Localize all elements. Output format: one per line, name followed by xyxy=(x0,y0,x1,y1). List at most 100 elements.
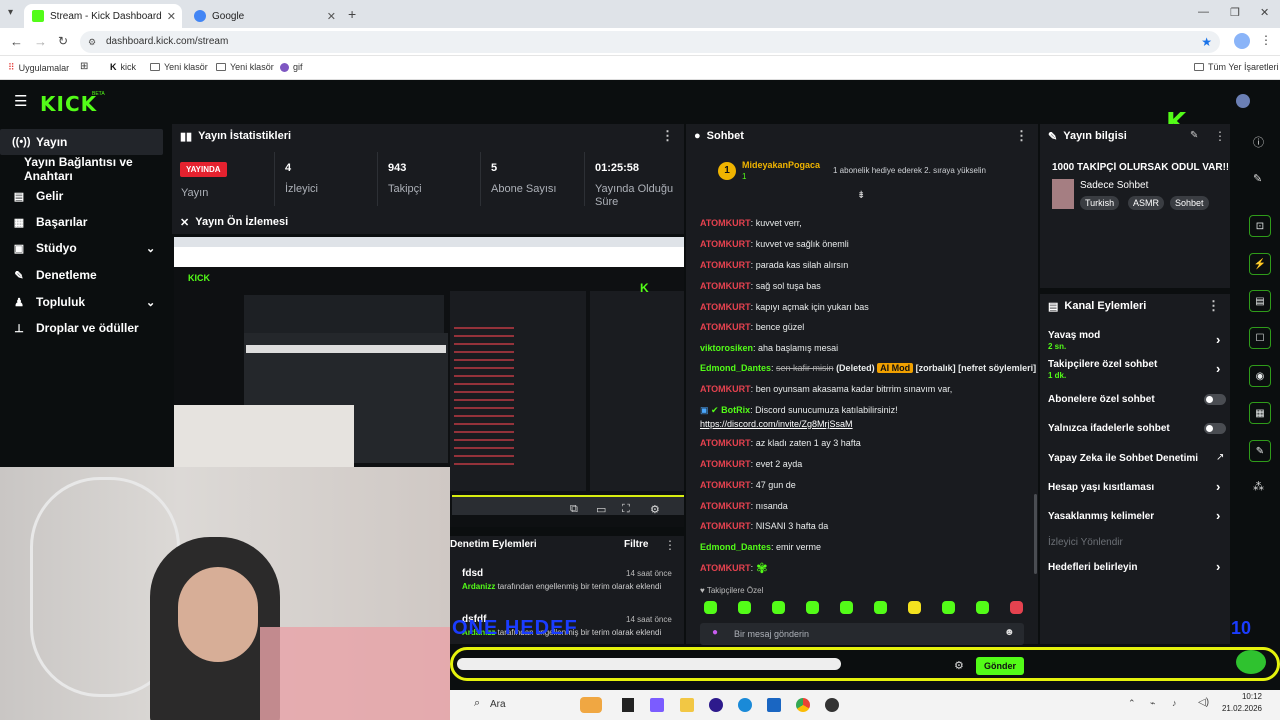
back-icon[interactable]: ← xyxy=(10,34,23,49)
chat-username[interactable]: ATOMKURT xyxy=(700,480,751,490)
taskbar-app-icon[interactable] xyxy=(622,698,634,712)
taskbar-time[interactable]: 10:12 xyxy=(1222,692,1262,701)
reload-icon[interactable]: ↻ xyxy=(58,34,68,48)
close-window-icon[interactable]: ✕ xyxy=(1260,6,1269,19)
emote-icon[interactable] xyxy=(874,601,887,614)
tray-chevron-icon[interactable]: ⌃ xyxy=(1128,698,1136,709)
pinned-user[interactable]: MideyakanPogaca xyxy=(742,160,820,170)
emote-icon[interactable] xyxy=(806,601,819,614)
chat-scrollbar[interactable] xyxy=(1034,494,1037,574)
chat-username[interactable]: ATOMKURT xyxy=(700,563,751,573)
emote-icon[interactable] xyxy=(1010,601,1023,614)
tab-kick-dashboard[interactable]: Stream - Kick Dashboard ✕ xyxy=(24,4,182,28)
user-avatar[interactable] xyxy=(1236,94,1250,108)
settings-gear-icon[interactable]: ⚙ xyxy=(650,503,660,516)
kick-logo[interactable]: KICK xyxy=(40,92,97,116)
edit-icon[interactable]: ✎ xyxy=(1190,130,1198,141)
more-options-icon[interactable]: ⋮ xyxy=(1015,128,1028,144)
edit-icon[interactable]: ✎ xyxy=(1253,172,1262,185)
taskbar-app-icon[interactable] xyxy=(709,698,723,712)
rail-button-broadcast[interactable]: ◉ xyxy=(1249,365,1271,387)
chat-username[interactable]: ATOMKURT xyxy=(700,302,751,312)
sidebar-item-stream-key[interactable]: Yayın Bağlantısı ve Anahtarı xyxy=(0,155,170,183)
chat-username[interactable]: ATOMKURT xyxy=(700,281,751,291)
taskbar-date[interactable]: 21.02.2026 xyxy=(1212,704,1262,713)
chat-username[interactable]: viktorosiken xyxy=(700,343,753,353)
tag-chip[interactable]: ASMR xyxy=(1128,196,1165,210)
filter-button[interactable]: Filtre xyxy=(624,539,648,550)
chat-settings-icon[interactable]: ⚙ xyxy=(954,659,964,672)
grid-icon[interactable]: ⊞ xyxy=(80,61,88,72)
more-options-icon[interactable]: ⋮ xyxy=(661,128,674,144)
more-options-icon[interactable]: ⋮ xyxy=(1214,129,1226,143)
category-name[interactable]: Sadece Sohbet xyxy=(1080,180,1148,191)
chat-username[interactable]: ATOMKURT xyxy=(700,438,751,448)
bookmark-apps[interactable]: ⠿ Uygulamalar xyxy=(8,62,69,73)
url-field[interactable]: ⚙ dashboard.kick.com/stream ★ xyxy=(80,31,1220,53)
new-tab-icon[interactable]: + xyxy=(348,6,356,22)
minimize-icon[interactable]: — xyxy=(1198,6,1209,18)
collapse-icon[interactable]: ⇟ xyxy=(857,190,865,201)
tab-list-icon[interactable]: ▾ xyxy=(8,7,13,18)
tray-volume-icon[interactable]: ◁) xyxy=(1198,697,1209,708)
rail-button-notes[interactable]: ▤ xyxy=(1249,290,1271,312)
bookmark-folder-1[interactable]: Yeni klasör xyxy=(150,62,208,72)
store-icon[interactable] xyxy=(767,698,781,712)
tag-chip[interactable]: Sohbet xyxy=(1170,196,1209,210)
chat-username[interactable]: ATOMKURT xyxy=(700,218,751,228)
site-info-icon[interactable]: ⚙ xyxy=(88,31,96,53)
chrome-icon[interactable] xyxy=(796,698,810,712)
discord-link[interactable]: https://discord.com/invite/Zg8MrjSsaM xyxy=(700,419,853,429)
sidebar-item-denetleme[interactable]: ✎ Denetleme xyxy=(0,262,170,288)
tray-network-icon[interactable]: ⌁ xyxy=(1150,698,1155,709)
more-options-icon[interactable]: ⋮ xyxy=(1207,298,1220,314)
search-icon[interactable]: ⌕ xyxy=(474,697,480,710)
folder-icon[interactable] xyxy=(680,698,694,712)
edge-icon[interactable] xyxy=(738,698,752,712)
forward-icon[interactable]: → xyxy=(34,34,47,49)
taskbar-search-label[interactable]: Ara xyxy=(490,699,506,710)
chat-username[interactable]: ATOMKURT xyxy=(700,521,751,531)
rail-button-tools[interactable]: ✎ xyxy=(1249,440,1271,462)
chat-username[interactable]: ATOMKURT xyxy=(700,501,751,511)
all-bookmarks[interactable]: Tüm Yer İşaretleri xyxy=(1194,62,1279,72)
microphone-icon[interactable]: ● xyxy=(712,627,718,638)
chat-input-field[interactable]: ● Bir mesaj gönderin ☻ xyxy=(700,623,1024,645)
taskbar-widget-icon[interactable] xyxy=(580,697,602,713)
sidebar-item-basarilar[interactable]: ▦ Başarılar xyxy=(0,209,170,235)
obs-icon[interactable] xyxy=(825,698,839,712)
taskbar-app-icon[interactable] xyxy=(650,698,664,712)
emote-icon[interactable] xyxy=(772,601,785,614)
tag-chip[interactable]: Turkish xyxy=(1080,196,1120,210)
sidebar-item-studyo[interactable]: ▣ Stüdyo ⌄ xyxy=(0,235,170,261)
emoji-picker-icon[interactable]: ☻ xyxy=(1004,627,1015,638)
rail-button-layers[interactable]: ▦ xyxy=(1249,402,1271,424)
close-tab-icon[interactable]: ✕ xyxy=(167,10,176,23)
sidebar-item-topluluk[interactable]: ♟ Topluluk ⌄ xyxy=(0,289,170,315)
bookmark-gif[interactable]: gif xyxy=(280,62,303,72)
chat-username[interactable]: ATOMKURT xyxy=(700,459,751,469)
emote-only-toggle[interactable] xyxy=(1204,423,1226,434)
fullscreen-icon[interactable]: ⛶ xyxy=(622,503,630,516)
bookmark-kick[interactable]: K kick xyxy=(110,62,136,72)
chat-username[interactable]: BotRix xyxy=(721,405,750,415)
browser-menu-icon[interactable]: ⋮ xyxy=(1260,33,1272,47)
chat-username[interactable]: Edmond_Dantes xyxy=(700,542,771,552)
chat-username[interactable]: ATOMKURT xyxy=(700,322,751,332)
info-icon[interactable]: ⓘ xyxy=(1253,134,1264,150)
tray-mic-icon[interactable]: ♪ xyxy=(1172,698,1177,708)
profile-avatar[interactable] xyxy=(1234,33,1250,49)
rail-button-clip[interactable]: ⊡ xyxy=(1249,215,1271,237)
rail-button-flash[interactable]: ⚡ xyxy=(1249,253,1271,275)
sidebar-item-yayin[interactable]: ((•)) Yayın xyxy=(0,129,163,155)
pip-icon[interactable]: ⧉ xyxy=(570,503,578,516)
chat-username[interactable]: Edmond_Dantes xyxy=(700,363,771,373)
more-options-icon[interactable]: ⋮ xyxy=(664,538,676,552)
hamburger-menu-icon[interactable]: ☰ xyxy=(14,92,27,110)
emote-icon[interactable] xyxy=(976,601,989,614)
bookmark-folder-2[interactable]: Yeni klasör xyxy=(216,62,274,72)
chat-username[interactable]: ATOMKURT xyxy=(700,239,751,249)
chat-username[interactable]: ATOMKURT xyxy=(700,384,751,394)
sidebar-item-droplar[interactable]: ⊥ Droplar ve ödüller xyxy=(0,315,170,341)
emote-icon[interactable] xyxy=(738,601,751,614)
